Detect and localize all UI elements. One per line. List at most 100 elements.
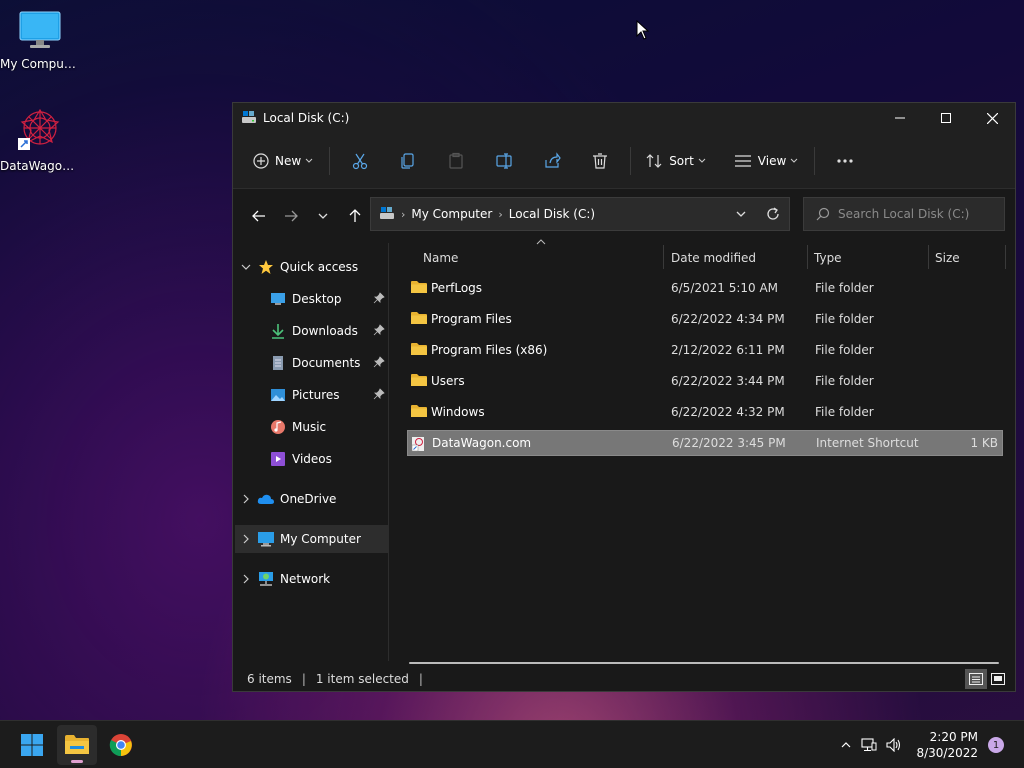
show-hidden-icons-button[interactable] xyxy=(836,741,856,749)
file-row-selected[interactable]: DataWagon.com 6/22/2022 3:45 PM Internet… xyxy=(407,430,1003,456)
sidebar-item-videos[interactable]: Videos xyxy=(251,445,389,473)
recent-locations-button[interactable] xyxy=(307,200,339,232)
desktop-icon-label: My Computer xyxy=(0,57,80,71)
minimize-button[interactable] xyxy=(877,103,923,133)
address-bar[interactable]: › My Computer › Local Disk (C:) xyxy=(370,197,790,231)
desktop-icon-datawagon[interactable]: DataWagon... xyxy=(0,106,80,173)
tiles-view-button[interactable] xyxy=(987,669,1009,689)
sidebar-item-label: Quick access xyxy=(280,260,359,274)
paste-button[interactable] xyxy=(432,145,480,177)
pictures-icon xyxy=(269,386,287,404)
details-view-button[interactable] xyxy=(965,669,987,689)
sidebar-item-onedrive[interactable]: OneDrive xyxy=(235,485,389,513)
file-row[interactable]: PerfLogs 6/5/2021 5:10 AM File folder xyxy=(407,275,1003,301)
sort-button-label: Sort xyxy=(669,153,694,168)
taskbar-chrome[interactable] xyxy=(101,725,141,765)
delete-button[interactable] xyxy=(576,145,624,177)
column-divider[interactable] xyxy=(1005,245,1006,269)
copy-button[interactable] xyxy=(384,145,432,177)
sidebar-item-documents[interactable]: Documents xyxy=(251,349,389,377)
column-header-date[interactable]: Date modified xyxy=(671,243,807,273)
address-dropdown-button[interactable] xyxy=(725,198,757,230)
toolbar-separator xyxy=(814,146,816,175)
start-button[interactable] xyxy=(12,725,52,765)
plus-circle-icon xyxy=(253,152,269,169)
internet-shortcut-icon xyxy=(411,436,425,455)
maximize-button[interactable] xyxy=(923,103,969,133)
chevron-down-icon[interactable] xyxy=(235,263,257,271)
file-date: 6/22/2022 4:32 PM xyxy=(671,405,785,419)
sort-button[interactable]: Sort xyxy=(637,145,716,177)
column-divider[interactable] xyxy=(928,245,929,269)
horizontal-scrollbar[interactable] xyxy=(409,662,999,664)
sidebar-item-desktop[interactable]: Desktop xyxy=(251,285,389,313)
file-name: PerfLogs xyxy=(431,281,483,295)
file-row[interactable]: Program Files 6/22/2022 4:34 PM File fol… xyxy=(407,306,1003,332)
column-divider[interactable] xyxy=(807,245,808,269)
share-icon xyxy=(545,151,561,168)
up-button[interactable] xyxy=(339,200,371,232)
search-input[interactable] xyxy=(838,207,998,221)
share-button[interactable] xyxy=(528,145,576,177)
column-header-size[interactable]: Size xyxy=(935,243,1005,273)
pin-icon[interactable] xyxy=(373,323,385,339)
sidebar-item-quick-access[interactable]: Quick access xyxy=(235,253,389,281)
sidebar-item-label: Music xyxy=(292,420,327,434)
pin-icon[interactable] xyxy=(373,291,385,307)
sidebar-item-my-computer[interactable]: My Computer xyxy=(235,525,389,553)
file-type: File folder xyxy=(815,312,874,326)
folder-icon xyxy=(410,373,428,390)
column-header-label: Date modified xyxy=(671,251,757,265)
column-header-type[interactable]: Type xyxy=(814,243,928,273)
close-button[interactable] xyxy=(969,103,1015,133)
breadcrumb-local-disk[interactable]: Local Disk (C:) xyxy=(509,207,595,221)
chevron-right-icon[interactable] xyxy=(235,573,257,585)
drive-icon xyxy=(379,206,395,223)
breadcrumb-my-computer[interactable]: My Computer xyxy=(411,207,492,221)
document-icon xyxy=(269,354,287,372)
clock[interactable]: 2:20 PM 8/30/2022 xyxy=(914,729,978,761)
pin-icon[interactable] xyxy=(373,387,385,403)
back-button[interactable] xyxy=(243,200,275,232)
windows-logo-icon xyxy=(21,734,43,756)
chrome-icon xyxy=(109,734,132,757)
new-button[interactable]: New xyxy=(245,145,323,177)
file-type: File folder xyxy=(815,343,874,357)
cut-button[interactable] xyxy=(336,145,384,177)
chevron-right-icon[interactable] xyxy=(235,533,257,545)
file-name: Program Files (x86) xyxy=(431,343,548,357)
chevron-right-icon[interactable] xyxy=(235,493,257,505)
sidebar-item-label: Videos xyxy=(292,452,332,466)
file-explorer-window[interactable]: Local Disk (C:) New Sort View › My Compu… xyxy=(232,102,1016,692)
volume-button[interactable] xyxy=(882,738,906,752)
folder-icon xyxy=(410,311,428,328)
taskbar-file-explorer[interactable] xyxy=(57,725,97,765)
search-box[interactable] xyxy=(803,197,1005,231)
drive-icon xyxy=(241,110,257,127)
tiles-view-icon xyxy=(991,673,1005,685)
sidebar-item-downloads[interactable]: Downloads xyxy=(251,317,389,345)
rename-icon xyxy=(496,152,512,169)
column-divider[interactable] xyxy=(663,245,664,269)
file-row[interactable]: Program Files (x86) 2/12/2022 6:11 PM Fi… xyxy=(407,337,1003,363)
file-row[interactable]: Users 6/22/2022 3:44 PM File folder xyxy=(407,368,1003,394)
title-bar[interactable]: Local Disk (C:) xyxy=(233,103,1015,133)
sidebar-item-network[interactable]: Network xyxy=(235,565,389,593)
forward-button[interactable] xyxy=(275,200,307,232)
rename-button[interactable] xyxy=(480,145,528,177)
sidebar-item-pictures[interactable]: Pictures xyxy=(251,381,389,409)
notification-badge[interactable]: 1 xyxy=(988,737,1004,753)
speaker-icon xyxy=(886,738,901,752)
desktop-icon-my-computer[interactable]: My Computer xyxy=(0,10,80,71)
pin-icon[interactable] xyxy=(373,355,385,371)
file-date: 2/12/2022 6:11 PM xyxy=(671,343,785,357)
refresh-button[interactable] xyxy=(757,198,789,230)
sidebar-item-music[interactable]: Music xyxy=(251,413,389,441)
view-button[interactable]: View xyxy=(726,145,808,177)
column-header-name[interactable]: Name xyxy=(423,243,663,273)
more-options-button[interactable] xyxy=(821,145,869,177)
file-name: Windows xyxy=(431,405,485,419)
network-icon xyxy=(257,570,275,588)
file-row[interactable]: Windows 6/22/2022 4:32 PM File folder xyxy=(407,399,1003,425)
network-status-button[interactable] xyxy=(856,738,882,752)
